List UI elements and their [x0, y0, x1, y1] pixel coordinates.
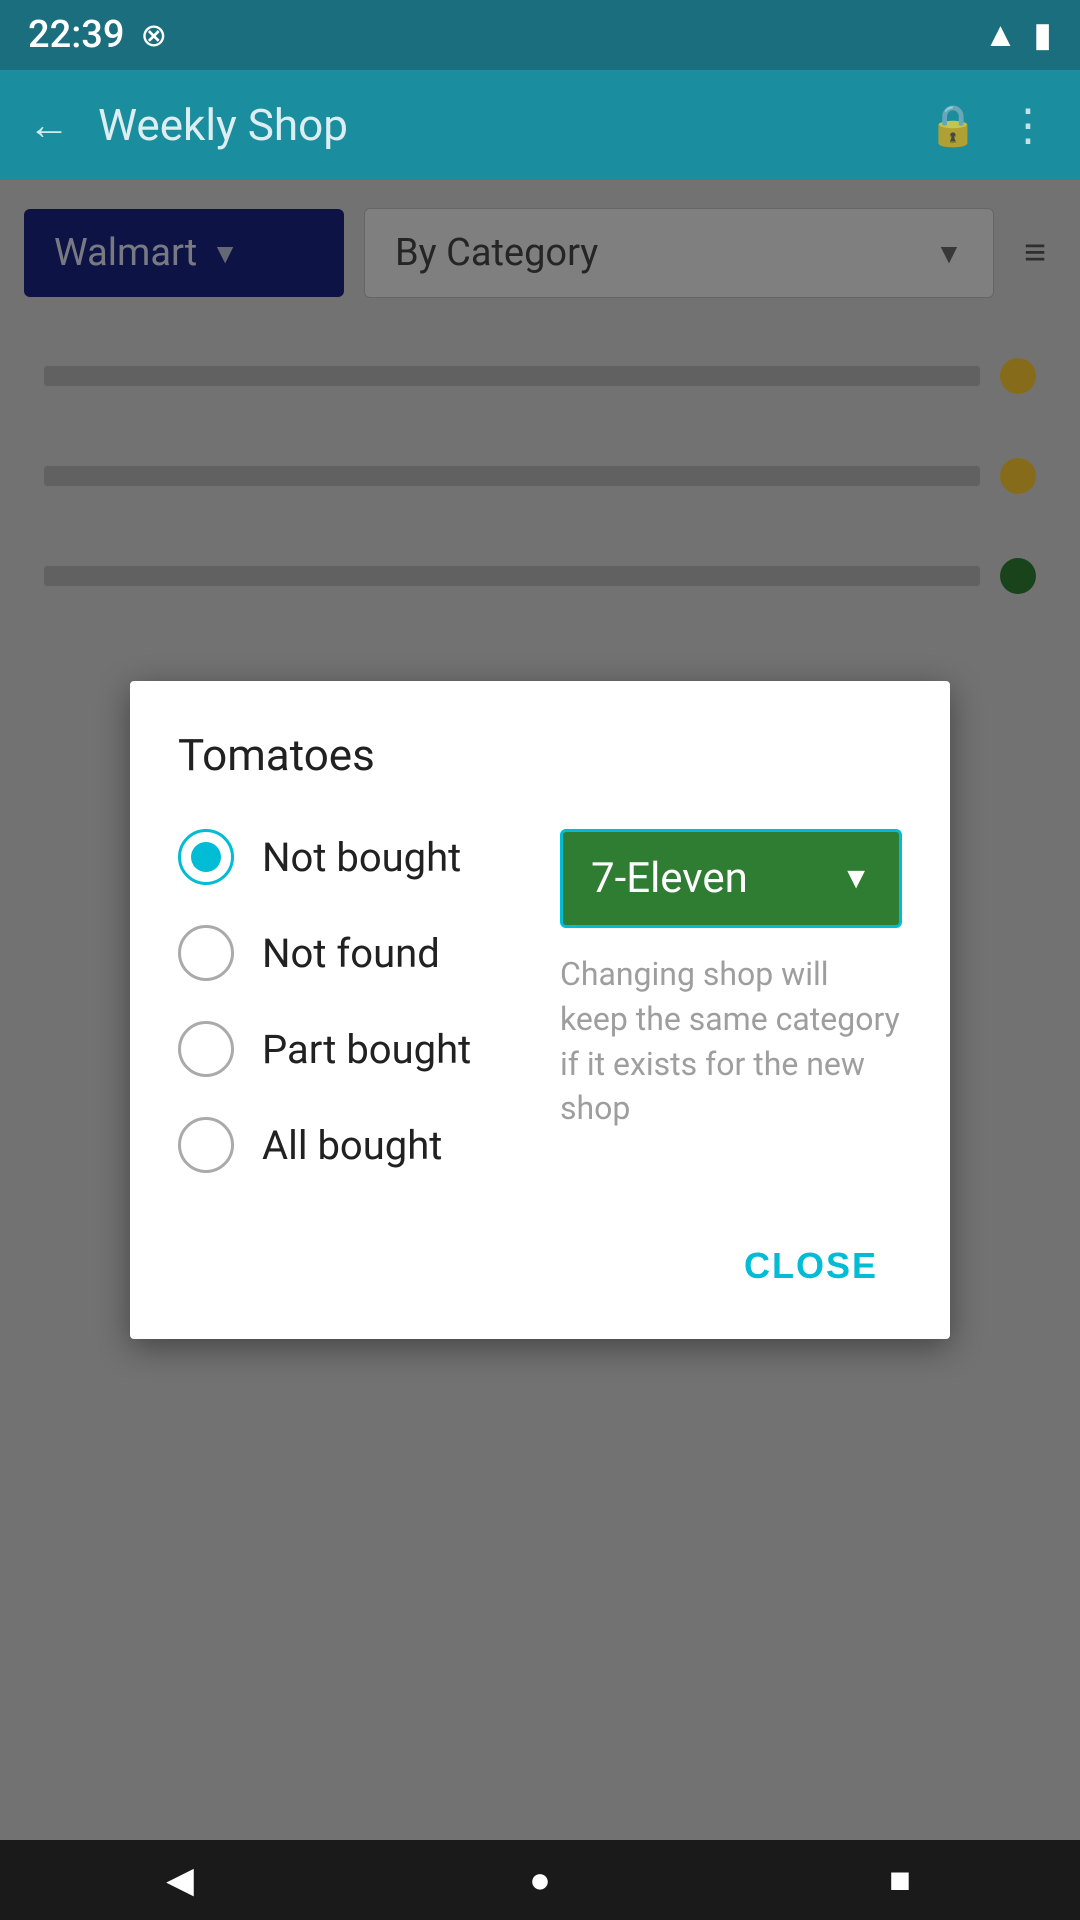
status-options: Not bought Not found Part bought All bou…	[178, 829, 520, 1173]
status-time: 22:39	[28, 13, 124, 57]
radio-not-bought[interactable]	[178, 829, 234, 885]
radio-all-bought[interactable]	[178, 1117, 234, 1173]
nav-home-button[interactable]: ●	[500, 1840, 580, 1920]
nav-recent-button[interactable]: ■	[860, 1840, 940, 1920]
shop-dropdown[interactable]: 7-Eleven ▼	[560, 829, 902, 928]
option-not-bought-label: Not bought	[262, 834, 461, 881]
toolbar: ← Weekly Shop 🔒 ⋮	[0, 70, 1080, 180]
background-content: Walmart ▼ By Category ▼ ≡ Tomatoes	[0, 180, 1080, 1840]
notification-icon: ⊗	[140, 16, 167, 54]
option-all-bought[interactable]: All bought	[178, 1117, 520, 1173]
radio-not-found[interactable]	[178, 925, 234, 981]
nav-back-button[interactable]: ◀	[140, 1840, 220, 1920]
shop-selector-panel: 7-Eleven ▼ Changing shop will keep the s…	[560, 829, 902, 1173]
shop-dropdown-arrow: ▼	[841, 861, 871, 896]
more-options-button[interactable]: ⋮	[1006, 99, 1052, 151]
option-not-bought[interactable]: Not bought	[178, 829, 520, 885]
dialog-actions: CLOSE	[178, 1229, 902, 1303]
option-all-bought-label: All bought	[262, 1122, 442, 1169]
battery-icon: ▮	[1033, 15, 1052, 55]
status-left: 22:39 ⊗	[28, 13, 167, 57]
shop-hint-text: Changing shop will keep the same categor…	[560, 952, 902, 1131]
signal-icon: ▲	[984, 15, 1018, 55]
radio-selected-indicator	[191, 842, 221, 872]
option-part-bought-label: Part bought	[262, 1026, 471, 1073]
status-bar: 22:39 ⊗ ▲ ▮	[0, 0, 1080, 70]
item-status-dialog: Tomatoes Not bought Not found	[130, 681, 950, 1339]
navigation-bar: ◀ ● ■	[0, 1840, 1080, 1920]
back-button[interactable]: ←	[28, 101, 70, 150]
close-button[interactable]: CLOSE	[720, 1229, 902, 1303]
dialog-title: Tomatoes	[178, 729, 902, 781]
status-right: ▲ ▮	[984, 15, 1052, 55]
page-title: Weekly Shop	[98, 99, 900, 151]
option-not-found-label: Not found	[262, 930, 440, 977]
lock-icon[interactable]: 🔒	[928, 102, 978, 149]
shop-dropdown-label: 7-Eleven	[591, 854, 827, 903]
modal-overlay: Tomatoes Not bought Not found	[0, 180, 1080, 1840]
dialog-body: Not bought Not found Part bought All bou…	[178, 829, 902, 1173]
option-part-bought[interactable]: Part bought	[178, 1021, 520, 1077]
option-not-found[interactable]: Not found	[178, 925, 520, 981]
radio-part-bought[interactable]	[178, 1021, 234, 1077]
